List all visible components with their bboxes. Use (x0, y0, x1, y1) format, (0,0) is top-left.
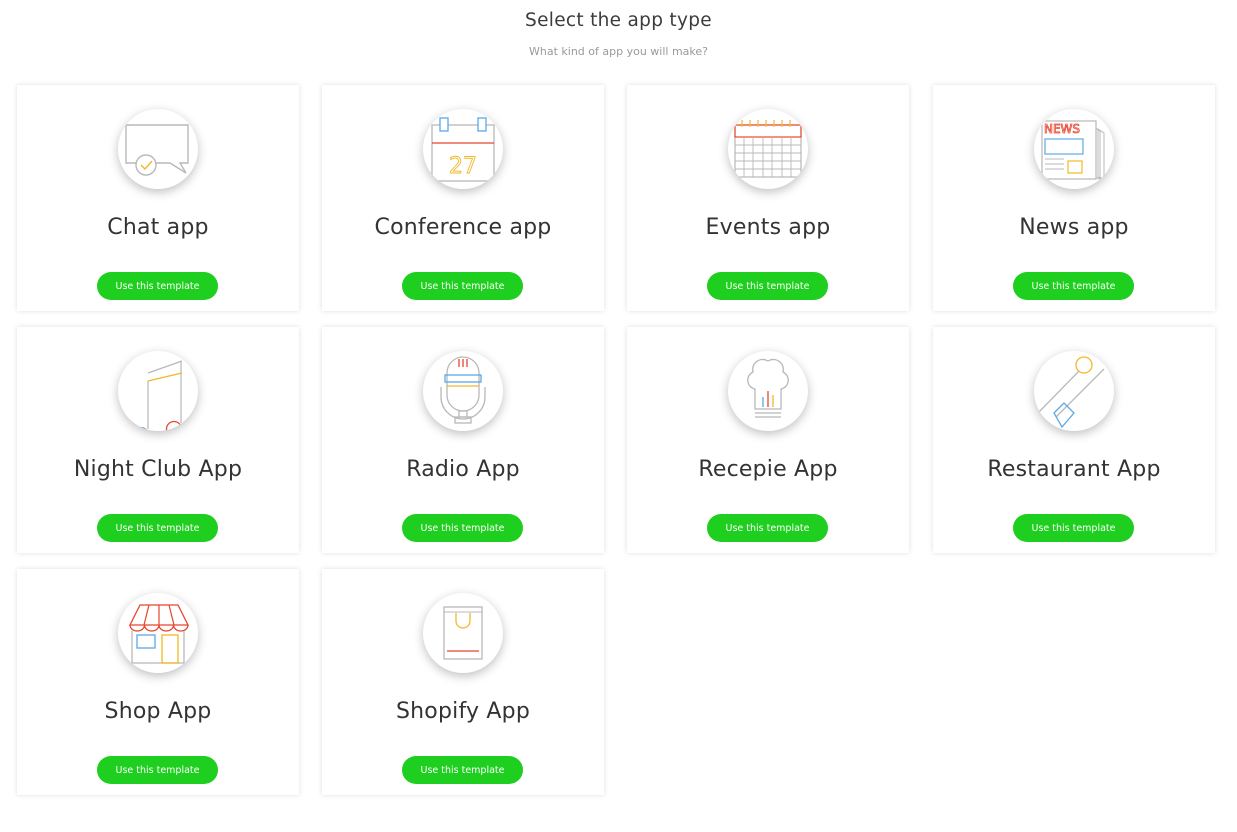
card-title: Shop App (104, 699, 212, 724)
storefront-icon (118, 593, 198, 673)
chat-bubble-icon (118, 109, 198, 189)
use-template-button[interactable]: Use this template (707, 272, 828, 300)
use-template-button[interactable]: Use this template (1013, 514, 1134, 542)
newspaper-icon: NEWS (1034, 109, 1114, 189)
use-template-button[interactable]: Use this template (97, 514, 218, 542)
app-card-night-club[interactable]: Night Club App Use this template (17, 327, 299, 553)
app-card-chat[interactable]: Chat app Use this template (17, 85, 299, 311)
app-card-recepie[interactable]: Recepie App Use this template (627, 327, 909, 553)
music-note-icon (118, 351, 198, 431)
use-template-button[interactable]: Use this template (1013, 272, 1134, 300)
card-title: Radio App (406, 457, 520, 482)
use-template-button[interactable]: Use this template (402, 272, 523, 300)
use-template-button[interactable]: Use this template (97, 272, 218, 300)
app-card-radio[interactable]: Radio App Use this template (322, 327, 604, 553)
newspaper-masthead: NEWS (1044, 122, 1080, 136)
shopping-bag-icon (423, 593, 503, 673)
events-calendar-icon (728, 109, 808, 189)
app-card-events[interactable]: Events app Use this template (627, 85, 909, 311)
app-card-shopify[interactable]: Shopify App Use this template (322, 569, 604, 795)
card-title: News app (1019, 215, 1129, 240)
app-card-conference[interactable]: 27 Conference app Use this template (322, 85, 604, 311)
chef-hat-icon (728, 351, 808, 431)
use-template-button[interactable]: Use this template (402, 756, 523, 784)
card-title: Events app (705, 215, 831, 240)
use-template-button[interactable]: Use this template (402, 514, 523, 542)
card-title: Night Club App (73, 457, 243, 482)
use-template-button[interactable]: Use this template (97, 756, 218, 784)
use-template-button[interactable]: Use this template (707, 514, 828, 542)
card-title: Recepie App (698, 457, 838, 482)
card-title: Shopify App (396, 699, 530, 724)
calendar-icon: 27 (423, 109, 503, 189)
calendar-day-number: 27 (449, 154, 477, 179)
app-card-shop[interactable]: Shop App Use this template (17, 569, 299, 795)
card-title: Conference app (374, 215, 552, 240)
spoon-fork-icon (1034, 351, 1114, 431)
card-title: Chat app (107, 215, 209, 240)
app-type-grid: Chat app Use this template 27 Conference… (0, 0, 1237, 832)
app-card-restaurant[interactable]: Restaurant App Use this template (933, 327, 1215, 553)
microphone-icon (423, 351, 503, 431)
card-title: Restaurant App (987, 457, 1161, 482)
app-card-news[interactable]: NEWS News app Use this template (933, 85, 1215, 311)
